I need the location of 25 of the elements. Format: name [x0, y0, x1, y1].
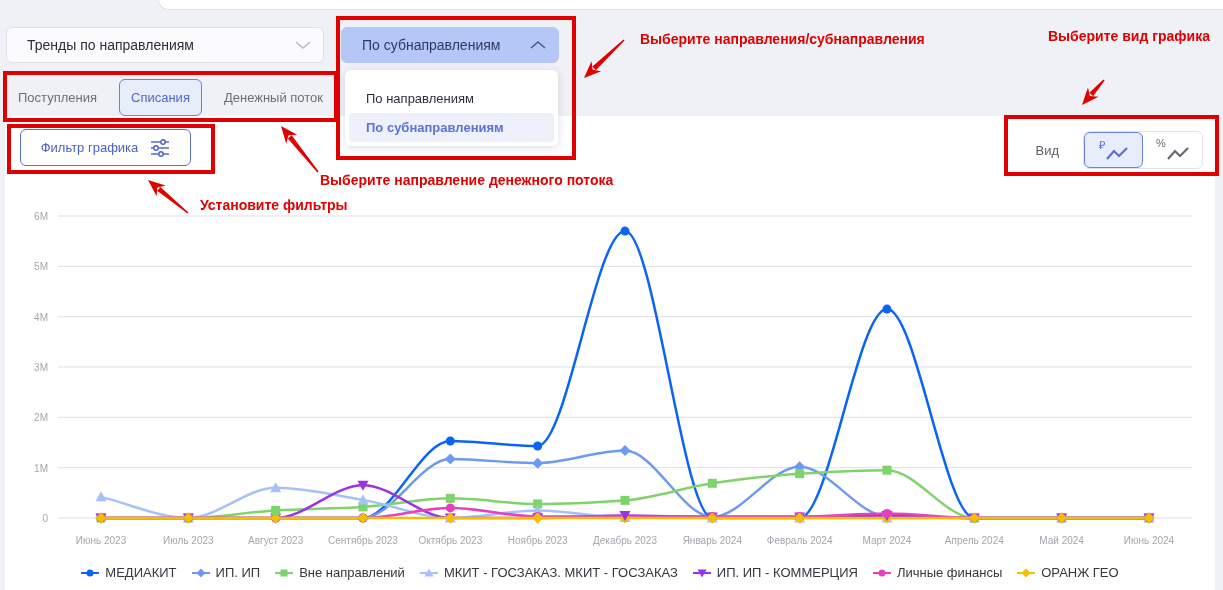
annotation-text: Выберите направление денежного потока: [320, 172, 614, 188]
axis-label: Июнь 2024: [1123, 535, 1175, 546]
axis-label: 2M: [34, 412, 48, 424]
axis-label: Октябрь 2023: [418, 535, 483, 546]
axis-label: Декабрь 2023: [592, 535, 657, 546]
axis-label: Март 2024: [862, 535, 912, 546]
annotation-text: Выберите направления/субнаправления: [640, 31, 925, 47]
axis-label: 0: [42, 513, 48, 524]
axis-label: 6M: [34, 211, 48, 222]
axis-label: 1M: [34, 462, 48, 474]
axis-label: Июль 2023: [163, 535, 214, 546]
axis-label: Сентябрь 2023: [328, 535, 398, 546]
axis-label: Февраль 2024: [766, 535, 833, 546]
view-label: Вид: [1035, 142, 1059, 158]
axis-label: 5M: [34, 261, 48, 273]
axis-label: 3M: [34, 362, 48, 373]
axis-label: Ноябрь 2023: [507, 535, 568, 546]
axis-label: 4M: [34, 311, 48, 323]
axis-label: Январь 2024: [682, 535, 742, 546]
axis-label: Июнь 2023: [75, 535, 127, 546]
axis-label: Апрель 2024: [944, 535, 1004, 546]
axis-label: Август 2023: [248, 535, 304, 546]
annotation-text: Установите фильтры: [200, 197, 348, 213]
axis-label: Май 2024: [1039, 535, 1084, 546]
annotation-text: Выберите вид графика: [1048, 28, 1210, 44]
